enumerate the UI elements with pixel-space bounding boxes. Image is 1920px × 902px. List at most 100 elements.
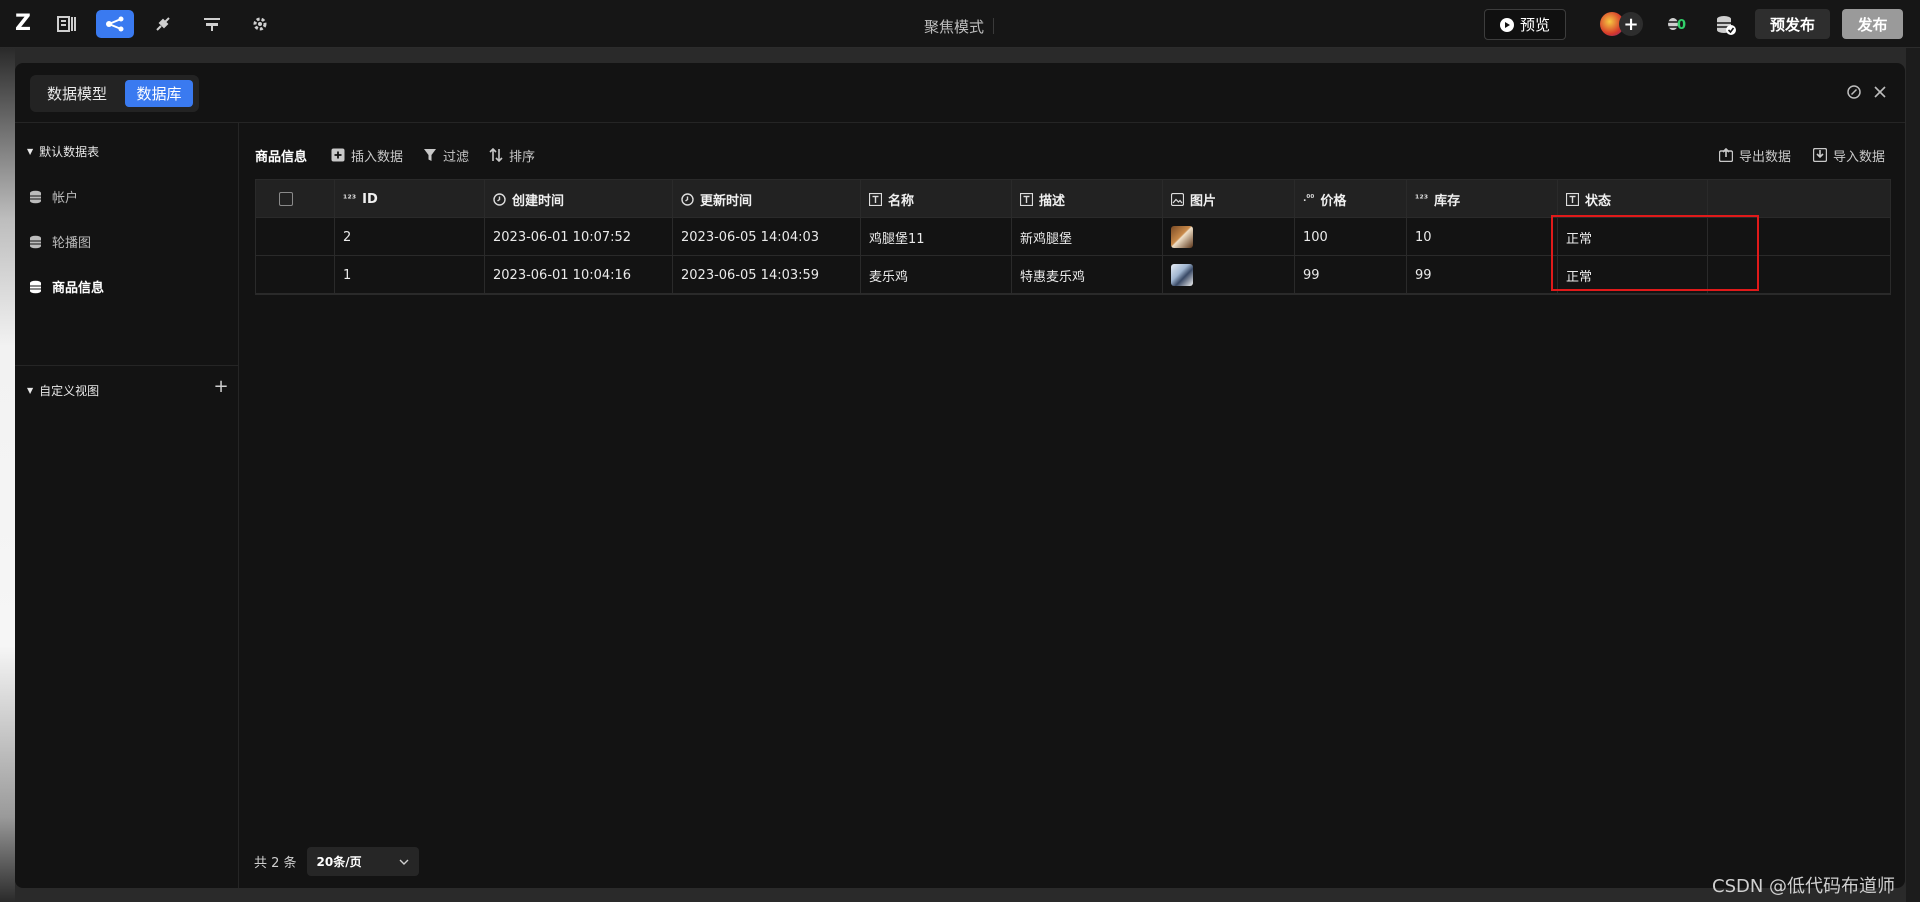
import-data-button[interactable]: 导入数据 [1813, 143, 1885, 167]
column-header-desc[interactable]: 描述 [1012, 180, 1163, 218]
sidebar-item-label: 帐户 [52, 191, 79, 206]
group-custom-views[interactable]: ▼ 自定义视图 [27, 382, 99, 399]
table-toolbar: 商品信息 插入数据 过滤 排序 [255, 143, 555, 167]
divider [15, 365, 239, 366]
number-icon: ¹²³ [1415, 193, 1429, 205]
close-icon[interactable] [1871, 83, 1889, 101]
export-data-button[interactable]: 导出数据 [1719, 143, 1791, 167]
play-icon [1499, 17, 1514, 32]
text-icon [1020, 192, 1033, 206]
sidebar-item-products[interactable]: 商品信息 [29, 277, 104, 296]
insert-data-button[interactable]: 插入数据 [331, 146, 403, 165]
product-thumbnail[interactable] [1171, 226, 1193, 248]
column-header-status[interactable]: 状态 [1558, 180, 1708, 218]
export-data-label: 导出数据 [1739, 149, 1792, 165]
view-switch: 数据模型 数据库 [30, 75, 199, 112]
sidebar-item-account[interactable]: 帐户 [29, 187, 78, 206]
add-collaborator-icon[interactable]: + [1619, 12, 1643, 36]
import-icon [1813, 148, 1827, 162]
tab-database[interactable]: 数据库 [125, 80, 193, 107]
prepublish-button[interactable]: 预发布 [1755, 9, 1830, 39]
number-icon: ¹²³ [343, 193, 357, 205]
column-header-price[interactable]: .⁰⁰ 价格 [1295, 180, 1407, 218]
cell-desc[interactable]: 特惠麦乐鸡 [1012, 256, 1163, 294]
page-size-select[interactable]: 20条/页 [306, 847, 419, 876]
sidebar-item-carousel[interactable]: 轮播图 [29, 232, 91, 251]
group-default-tables[interactable]: ▼ 默认数据表 [27, 143, 99, 160]
clock-icon [681, 192, 694, 206]
group-label: 默认数据表 [39, 145, 100, 159]
database-panel: 数据模型 数据库 ▼ 默认数据表 帐户 轮播图 商品信息 ▼ 自定义视图 + 商… [15, 63, 1905, 888]
product-thumbnail[interactable] [1171, 264, 1193, 286]
column-header-updated[interactable]: 更新时间 [673, 180, 861, 218]
export-icon [1719, 148, 1733, 162]
column-label: 图片 [1190, 193, 1217, 209]
background-strip-right [1906, 48, 1920, 902]
cell-id[interactable]: 1 [335, 256, 485, 294]
plugin-icon[interactable] [144, 10, 182, 38]
cell-updated[interactable]: 2023-06-05 14:03:59 [673, 256, 861, 294]
cell-stock[interactable]: 99 [1407, 256, 1558, 294]
column-header-image[interactable]: 图片 [1163, 180, 1295, 218]
cell-name[interactable]: 麦乐鸡 [861, 256, 1012, 294]
divider [993, 18, 994, 34]
data-model-icon[interactable] [96, 10, 134, 38]
pages-icon[interactable] [48, 10, 86, 38]
add-view-icon[interactable]: + [213, 378, 229, 396]
total-count: 共 2 条 [254, 856, 297, 871]
preview-button[interactable]: 预览 [1484, 9, 1566, 40]
tab-data-model[interactable]: 数据模型 [35, 80, 119, 107]
publish-button[interactable]: 发布 [1842, 9, 1903, 39]
column-header-created[interactable]: 创建时间 [485, 180, 673, 218]
group-label: 自定义视图 [39, 384, 100, 398]
caret-down-icon: ▼ [27, 147, 34, 156]
settings-gear-icon[interactable] [241, 10, 279, 38]
image-icon [1171, 192, 1184, 206]
database-icon [29, 235, 42, 249]
column-label: 名称 [888, 193, 915, 209]
filter-icon [423, 148, 437, 162]
row-select-cell[interactable] [256, 256, 335, 294]
cell-created[interactable]: 2023-06-01 10:04:16 [485, 256, 673, 294]
bug-icon[interactable]: 0 [1663, 12, 1689, 38]
background-strip [0, 48, 15, 902]
table-title: 商品信息 [255, 149, 308, 165]
column-label: 状态 [1585, 193, 1612, 209]
cell-id[interactable]: 2 [335, 218, 485, 256]
sidebar-item-label: 轮播图 [52, 236, 92, 251]
column-header-stock[interactable]: ¹²³ 库存 [1407, 180, 1558, 218]
page-size-value: 20条/页 [316, 855, 362, 869]
compass-icon[interactable] [1845, 83, 1863, 101]
column-header-id[interactable]: ¹²³ ID [335, 180, 485, 218]
cell-created[interactable]: 2023-06-01 10:07:52 [485, 218, 673, 256]
app-logo[interactable]: Z [15, 12, 39, 36]
column-label: 创建时间 [512, 193, 565, 209]
cell-name[interactable]: 鸡腿堡11 [861, 218, 1012, 256]
decimal-icon: .⁰⁰ [1303, 194, 1315, 204]
cell-image[interactable] [1163, 218, 1295, 256]
row-select-cell[interactable] [256, 218, 335, 256]
filter-button[interactable]: 过滤 [423, 146, 469, 165]
cell-stock[interactable]: 10 [1407, 218, 1558, 256]
focus-mode-toggle[interactable]: 聚焦模式 [924, 16, 984, 37]
pagination: 共 2 条 20条/页 [254, 847, 419, 876]
component-icon[interactable] [193, 10, 231, 38]
text-icon [1566, 192, 1579, 206]
clock-icon [493, 192, 506, 206]
cell-desc[interactable]: 新鸡腿堡 [1012, 218, 1163, 256]
cell-image[interactable] [1163, 256, 1295, 294]
top-toolbar: Z 聚焦模式 预览 + 0 预发布 发布 [0, 0, 1920, 48]
cell-updated[interactable]: 2023-06-05 14:04:03 [673, 218, 861, 256]
column-label: 库存 [1434, 193, 1461, 209]
column-header-name[interactable]: 名称 [861, 180, 1012, 218]
cell-price[interactable]: 100 [1295, 218, 1407, 256]
database-check-icon[interactable] [1713, 12, 1739, 38]
cell-price[interactable]: 99 [1295, 256, 1407, 294]
sort-button[interactable]: 排序 [489, 146, 535, 165]
select-all-checkbox[interactable] [279, 192, 293, 206]
table-sidebar: ▼ 默认数据表 帐户 轮播图 商品信息 ▼ 自定义视图 + [15, 123, 239, 888]
column-label: 描述 [1039, 193, 1066, 209]
import-data-label: 导入数据 [1833, 149, 1886, 165]
status-highlight-box [1551, 215, 1759, 291]
text-icon [869, 192, 882, 206]
